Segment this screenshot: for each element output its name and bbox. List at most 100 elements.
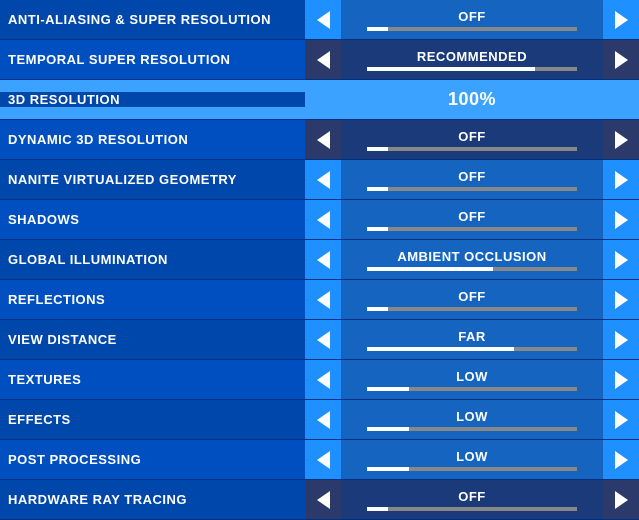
label-reflections: REFLECTIONS: [0, 292, 305, 307]
value-display-nanite: OFF: [341, 160, 603, 199]
control-shadows: OFF: [305, 200, 639, 239]
control-anti-aliasing: OFF: [305, 0, 639, 39]
arrow-left-shadows[interactable]: [305, 200, 341, 239]
arrow-left-icon-anti-aliasing: [317, 11, 330, 29]
control-hardware-ray-tracing: OFF: [305, 480, 639, 519]
arrow-left-icon-textures: [317, 371, 330, 389]
arrow-left-icon-view-distance: [317, 331, 330, 349]
arrow-right-nanite[interactable]: [603, 160, 639, 199]
label-temporal-super-resolution: TEMPORAL SUPER RESOLUTION: [0, 52, 305, 67]
arrow-right-icon-post-processing: [615, 451, 628, 469]
value-display-textures: LOW: [341, 360, 603, 399]
setting-row-reflections: REFLECTIONSOFF: [0, 280, 639, 320]
arrow-right-icon-dynamic-3d-resolution: [615, 131, 628, 149]
arrow-left-nanite[interactable]: [305, 160, 341, 199]
bar-container-reflections: [367, 307, 577, 311]
setting-row-post-processing: POST PROCESSING LOW: [0, 440, 639, 480]
value-display-view-distance: FAR: [341, 320, 603, 359]
arrow-right-icon-anti-aliasing: [615, 11, 628, 29]
bar-container-global-illumination: [367, 267, 577, 271]
arrow-left-view-distance[interactable]: [305, 320, 341, 359]
arrow-left-reflections[interactable]: [305, 280, 341, 319]
value-display-shadows: OFF: [341, 200, 603, 239]
arrow-right-icon-nanite: [615, 171, 628, 189]
bar-fill-view-distance: [367, 347, 514, 351]
arrow-right-textures[interactable]: [603, 360, 639, 399]
arrow-right-post-processing[interactable]: [603, 440, 639, 479]
bar-fill-effects: [367, 427, 409, 431]
value-post-processing: LOW: [456, 449, 488, 464]
bar-fill-reflections: [367, 307, 388, 311]
arrow-left-icon-temporal-super-resolution: [317, 51, 330, 69]
arrow-left-global-illumination[interactable]: [305, 240, 341, 279]
setting-row-temporal-super-resolution: TEMPORAL SUPER RESOLUTION RECOMMENDED: [0, 40, 639, 80]
control-temporal-super-resolution: RECOMMENDED: [305, 40, 639, 79]
value-anti-aliasing: OFF: [458, 9, 486, 24]
value-display-global-illumination: AMBIENT OCCLUSION: [341, 240, 603, 279]
label-nanite: NANITE VIRTUALIZED GEOMETRY: [0, 172, 305, 187]
value-shadows: OFF: [458, 209, 486, 224]
control-global-illumination: AMBIENT OCCLUSION: [305, 240, 639, 279]
value-temporal-super-resolution: RECOMMENDED: [417, 49, 527, 64]
arrow-left-icon-effects: [317, 411, 330, 429]
arrow-right-shadows[interactable]: [603, 200, 639, 239]
label-post-processing: POST PROCESSING: [0, 452, 305, 467]
arrow-right-anti-aliasing[interactable]: [603, 0, 639, 39]
arrow-right-effects[interactable]: [603, 400, 639, 439]
setting-row-hardware-ray-tracing: HARDWARE RAY TRACINGOFF: [0, 480, 639, 520]
arrow-left-icon-dynamic-3d-resolution: [317, 131, 330, 149]
arrow-left-temporal-super-resolution[interactable]: [305, 40, 341, 79]
label-view-distance: VIEW DISTANCE: [0, 332, 305, 347]
arrow-right-global-illumination[interactable]: [603, 240, 639, 279]
settings-container: ANTI-ALIASING & SUPER RESOLUTIONOFFTEMPO…: [0, 0, 639, 520]
setting-row-textures: TEXTURES LOW: [0, 360, 639, 400]
arrow-right-icon-shadows: [615, 211, 628, 229]
arrow-right-icon-temporal-super-resolution: [615, 51, 628, 69]
bar-fill-anti-aliasing: [367, 27, 388, 31]
bar-container-nanite: [367, 187, 577, 191]
arrow-right-icon-global-illumination: [615, 251, 628, 269]
arrow-right-dynamic-3d-resolution[interactable]: [603, 120, 639, 159]
bar-container-view-distance: [367, 347, 577, 351]
control-dynamic-3d-resolution: OFF: [305, 120, 639, 159]
value-nanite: OFF: [458, 169, 486, 184]
setting-row-view-distance: VIEW DISTANCE FAR: [0, 320, 639, 360]
arrow-left-icon-hardware-ray-tracing: [317, 491, 330, 509]
bar-fill-nanite: [367, 187, 388, 191]
control-view-distance: FAR: [305, 320, 639, 359]
bar-container-post-processing: [367, 467, 577, 471]
bar-container-dynamic-3d-resolution: [367, 147, 577, 151]
control-textures: LOW: [305, 360, 639, 399]
value-display-post-processing: LOW: [341, 440, 603, 479]
arrow-left-effects[interactable]: [305, 400, 341, 439]
setting-row-nanite: NANITE VIRTUALIZED GEOMETRY OFF: [0, 160, 639, 200]
bar-container-textures: [367, 387, 577, 391]
bar-container-hardware-ray-tracing: [367, 507, 577, 511]
setting-row-shadows: SHADOWSOFF: [0, 200, 639, 240]
bar-fill-temporal-super-resolution: [367, 67, 535, 71]
arrow-right-temporal-super-resolution[interactable]: [603, 40, 639, 79]
arrow-right-reflections[interactable]: [603, 280, 639, 319]
arrow-right-icon-view-distance: [615, 331, 628, 349]
arrow-right-icon-hardware-ray-tracing: [615, 491, 628, 509]
value-effects: LOW: [456, 409, 488, 424]
arrow-left-post-processing[interactable]: [305, 440, 341, 479]
bar-container-temporal-super-resolution: [367, 67, 577, 71]
value-view-distance: FAR: [458, 329, 486, 344]
arrow-right-icon-reflections: [615, 291, 628, 309]
value-display-anti-aliasing: OFF: [341, 0, 603, 39]
arrow-left-textures[interactable]: [305, 360, 341, 399]
value-display-hardware-ray-tracing: OFF: [341, 480, 603, 519]
label-textures: TEXTURES: [0, 372, 305, 387]
arrow-right-hardware-ray-tracing[interactable]: [603, 480, 639, 519]
setting-row-global-illumination: GLOBAL ILLUMINATIONAMBIENT OCCLUSION: [0, 240, 639, 280]
arrow-left-hardware-ray-tracing[interactable]: [305, 480, 341, 519]
bar-fill-global-illumination: [367, 267, 493, 271]
arrow-left-dynamic-3d-resolution[interactable]: [305, 120, 341, 159]
arrow-left-anti-aliasing[interactable]: [305, 0, 341, 39]
value-3d-resolution: 100%: [448, 89, 496, 110]
arrow-left-icon-post-processing: [317, 451, 330, 469]
arrow-right-view-distance[interactable]: [603, 320, 639, 359]
bar-container-effects: [367, 427, 577, 431]
arrow-right-icon-textures: [615, 371, 628, 389]
